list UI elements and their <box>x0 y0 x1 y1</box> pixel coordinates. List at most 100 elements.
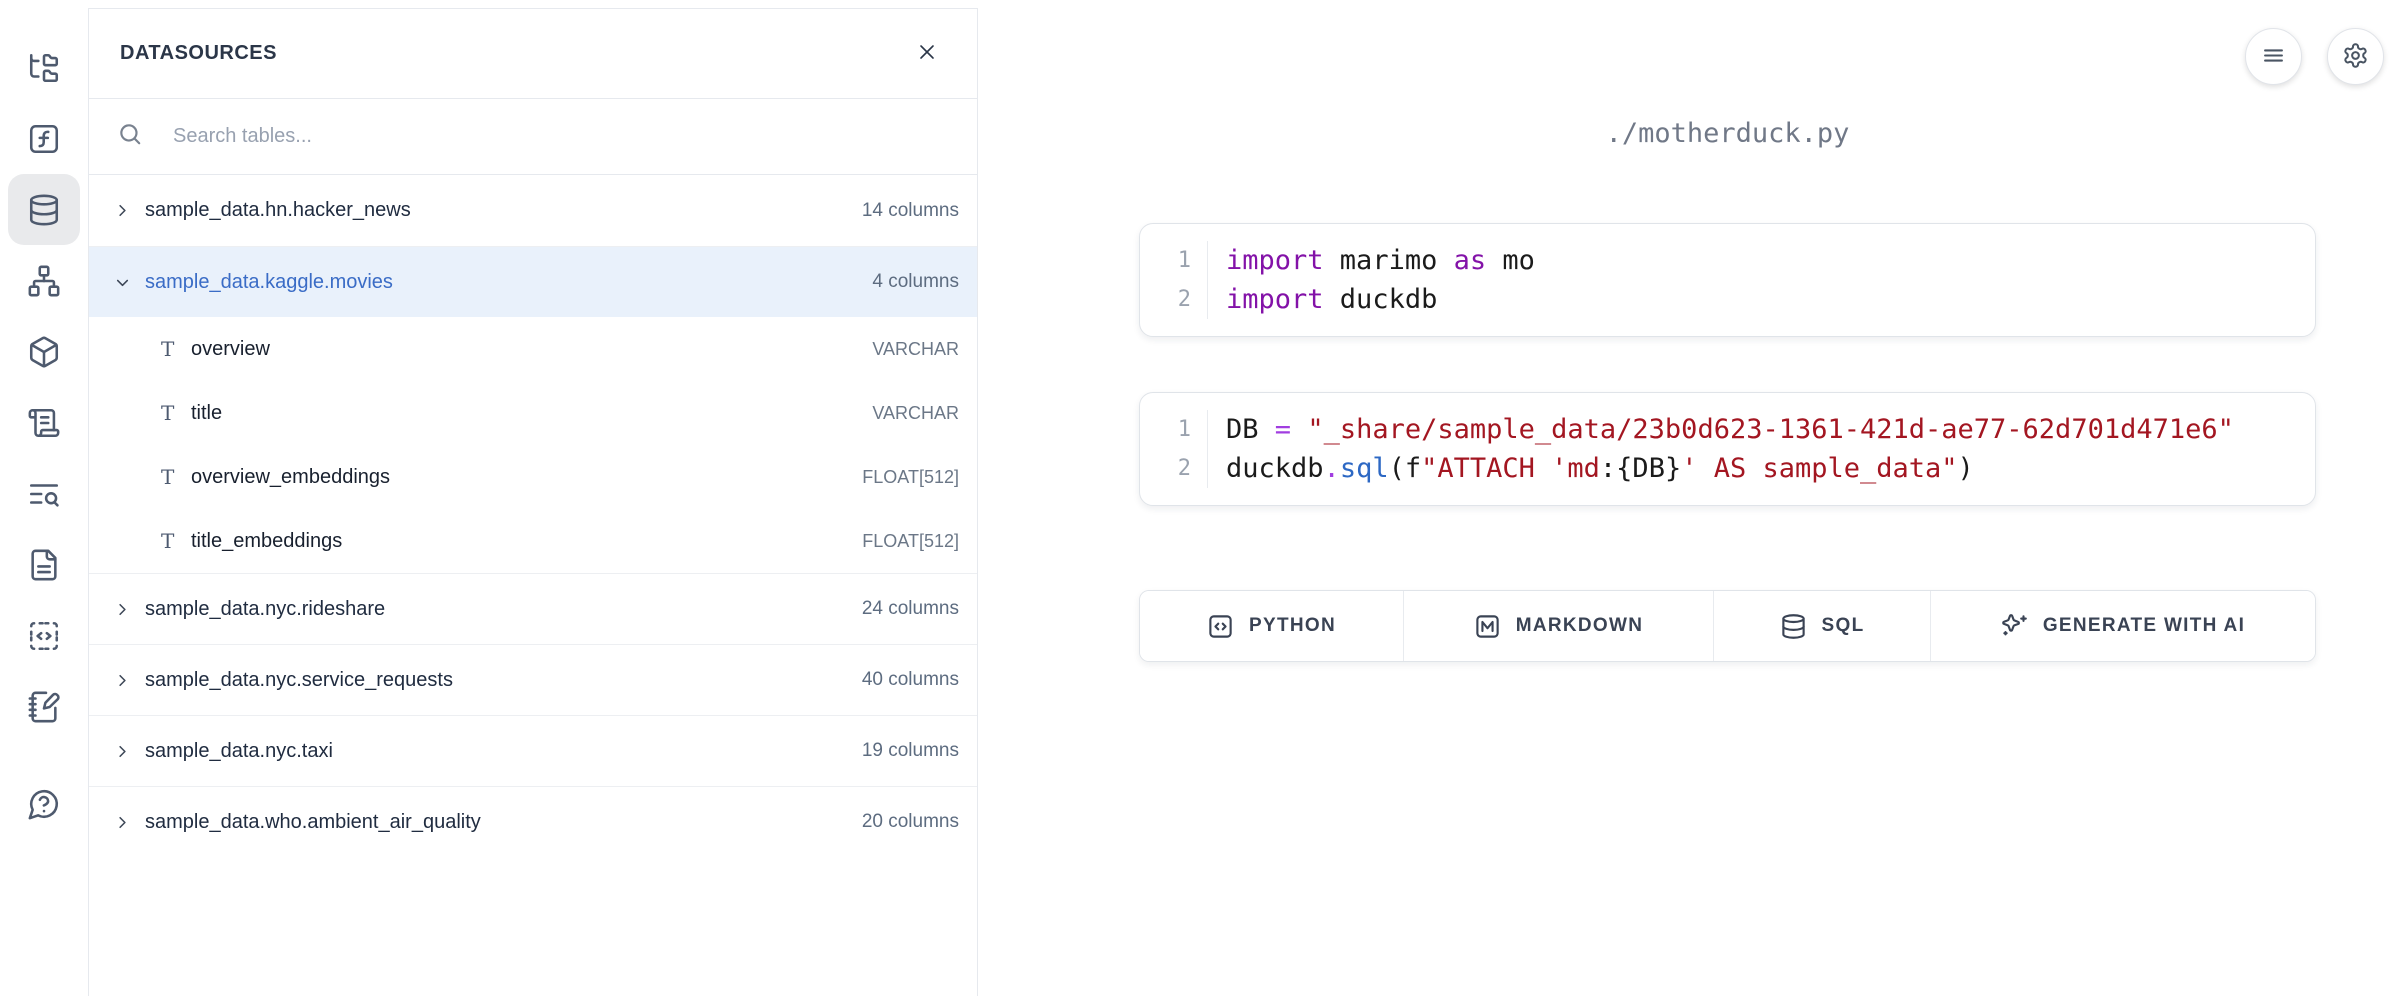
chevron-right-icon <box>113 600 139 619</box>
rail-dependency-graph-button[interactable] <box>8 245 80 316</box>
rail-function-square-button[interactable] <box>8 103 80 174</box>
datasources-panel-header: DATASOURCES <box>89 9 977 99</box>
table-name: sample_data.hn.hacker_news <box>145 199 862 222</box>
table-name: sample_data.kaggle.movies <box>145 271 872 294</box>
dependency-graph-icon <box>27 264 61 298</box>
app-window: DATASOURCES sample_data.hn.hacker_news14… <box>0 0 2399 996</box>
add-cell-button-label: GENERATE WITH AI <box>2043 615 2245 637</box>
table-row[interactable]: sample_data.nyc.rideshare24 columns <box>89 573 977 644</box>
text-type-icon: T <box>161 529 191 553</box>
database-icon <box>1780 613 1807 640</box>
code-editor[interactable]: import marimo as moimport duckdb <box>1208 241 1535 319</box>
rail-scratchpad-button[interactable] <box>8 671 80 742</box>
table-row[interactable]: sample_data.hn.hacker_news14 columns <box>89 175 977 246</box>
tables-list: sample_data.hn.hacker_news14 columnssamp… <box>89 175 977 996</box>
rail-package-button[interactable] <box>8 316 80 387</box>
table-row[interactable]: sample_data.nyc.taxi19 columns <box>89 715 977 786</box>
table-column-count: 19 columns <box>862 740 959 762</box>
notebook-top-actions <box>2245 28 2384 85</box>
column-name: title <box>191 402 872 425</box>
notebook-column: ./motherduck.py 12import marimo as moimp… <box>1139 118 2316 662</box>
chevron-right-icon <box>113 671 139 690</box>
table-name: sample_data.who.ambient_air_quality <box>145 811 862 834</box>
datasources-panel: DATASOURCES sample_data.hn.hacker_news14… <box>88 8 978 996</box>
database-icon <box>27 193 61 227</box>
code-line: duckdb.sql(f"ATTACH 'md:{DB}' AS sample_… <box>1226 449 2234 488</box>
markdown-icon <box>1474 613 1501 640</box>
search-tables-input[interactable] <box>159 125 949 148</box>
column-type: FLOAT[512] <box>862 467 959 488</box>
column-row[interactable]: ToverviewVARCHAR <box>89 317 977 381</box>
text-type-icon: T <box>161 337 191 361</box>
add-cell-button-label: PYTHON <box>1249 615 1336 637</box>
add-cell-sql-button[interactable]: SQL <box>1714 591 1931 661</box>
line-number-gutter: 12 <box>1140 241 1208 319</box>
notebook-cells: 12import marimo as moimport duckdb12DB =… <box>1139 223 2316 506</box>
close-panel-button[interactable] <box>909 34 945 73</box>
rail-file-tree-button[interactable] <box>8 32 80 103</box>
line-number: 2 <box>1178 280 1191 319</box>
add-cell-bar: PYTHON MARKDOWN SQL GENERATE WITH AI <box>1139 590 2316 662</box>
add-cell-python-button[interactable]: PYTHON <box>1140 591 1404 661</box>
table-row[interactable]: sample_data.kaggle.movies4 columns <box>89 246 977 317</box>
add-cell-markdown-button[interactable]: MARKDOWN <box>1404 591 1714 661</box>
column-type: FLOAT[512] <box>862 531 959 552</box>
column-row[interactable]: Ttitle_embeddingsFLOAT[512] <box>89 509 977 573</box>
chevron-right-icon <box>113 742 139 761</box>
code-cell[interactable]: 12 DB = "_share/sample_data/23b0d623-1361… <box>1139 392 2316 506</box>
text-type-icon: T <box>161 465 191 489</box>
search-icon <box>117 121 143 152</box>
add-cell-button-label: SQL <box>1822 615 1865 637</box>
table-row[interactable]: sample_data.who.ambient_air_quality20 co… <box>89 786 977 857</box>
rail-database-button[interactable] <box>8 174 80 245</box>
column-name: overview <box>191 338 872 361</box>
search-tables-row <box>89 99 977 175</box>
scratchpad-icon <box>27 690 61 724</box>
code-cell[interactable]: 12import marimo as moimport duckdb <box>1139 223 2316 337</box>
code-line: import duckdb <box>1226 280 1535 319</box>
line-number: 1 <box>1178 410 1191 449</box>
rail-logs-scroll-button[interactable] <box>8 387 80 458</box>
table-name: sample_data.nyc.rideshare <box>145 598 862 621</box>
hamburger-menu-icon <box>2260 42 2287 72</box>
column-type: VARCHAR <box>872 339 959 360</box>
code-editor[interactable]: DB = "_share/sample_data/23b0d623-1361-4… <box>1208 410 2234 488</box>
chevron-down-icon <box>113 273 139 292</box>
file-tree-icon <box>27 51 61 85</box>
rail-snippets-button[interactable] <box>8 600 80 671</box>
close-icon <box>915 40 939 67</box>
function-square-icon <box>27 122 61 156</box>
rail-document-button[interactable] <box>8 529 80 600</box>
rail-search-list-button[interactable] <box>8 458 80 529</box>
code-line: DB = "_share/sample_data/23b0d623-1361-4… <box>1226 410 2234 449</box>
line-number-gutter: 12 <box>1140 410 1208 488</box>
settings-button[interactable] <box>2327 28 2384 85</box>
rail-help-chat-button[interactable] <box>8 768 80 839</box>
notebook-menu-button[interactable] <box>2245 28 2302 85</box>
table-name: sample_data.nyc.service_requests <box>145 669 862 692</box>
column-row[interactable]: Toverview_embeddingsFLOAT[512] <box>89 445 977 509</box>
column-row[interactable]: TtitleVARCHAR <box>89 381 977 445</box>
line-number: 2 <box>1178 449 1191 488</box>
add-cell-button-label: MARKDOWN <box>1516 615 1644 637</box>
column-name: overview_embeddings <box>191 466 862 489</box>
help-chat-icon <box>27 787 61 821</box>
sparkles-icon <box>2001 613 2028 640</box>
line-number: 1 <box>1178 241 1191 280</box>
table-column-count: 24 columns <box>862 598 959 620</box>
table-row[interactable]: sample_data.nyc.service_requests40 colum… <box>89 644 977 715</box>
logs-scroll-icon <box>27 406 61 440</box>
code-square-icon <box>1207 613 1234 640</box>
table-name: sample_data.nyc.taxi <box>145 740 862 763</box>
table-column-count: 40 columns <box>862 669 959 691</box>
chevron-right-icon <box>113 813 139 832</box>
table-column-count: 4 columns <box>872 271 959 293</box>
text-type-icon: T <box>161 401 191 425</box>
column-name: title_embeddings <box>191 530 862 553</box>
add-cell-generate-with-ai-button[interactable]: GENERATE WITH AI <box>1931 591 2315 661</box>
code-line: import marimo as mo <box>1226 241 1535 280</box>
gear-icon <box>2342 42 2369 72</box>
column-type: VARCHAR <box>872 403 959 424</box>
panel-title: DATASOURCES <box>120 42 277 65</box>
table-column-count: 14 columns <box>862 200 959 222</box>
